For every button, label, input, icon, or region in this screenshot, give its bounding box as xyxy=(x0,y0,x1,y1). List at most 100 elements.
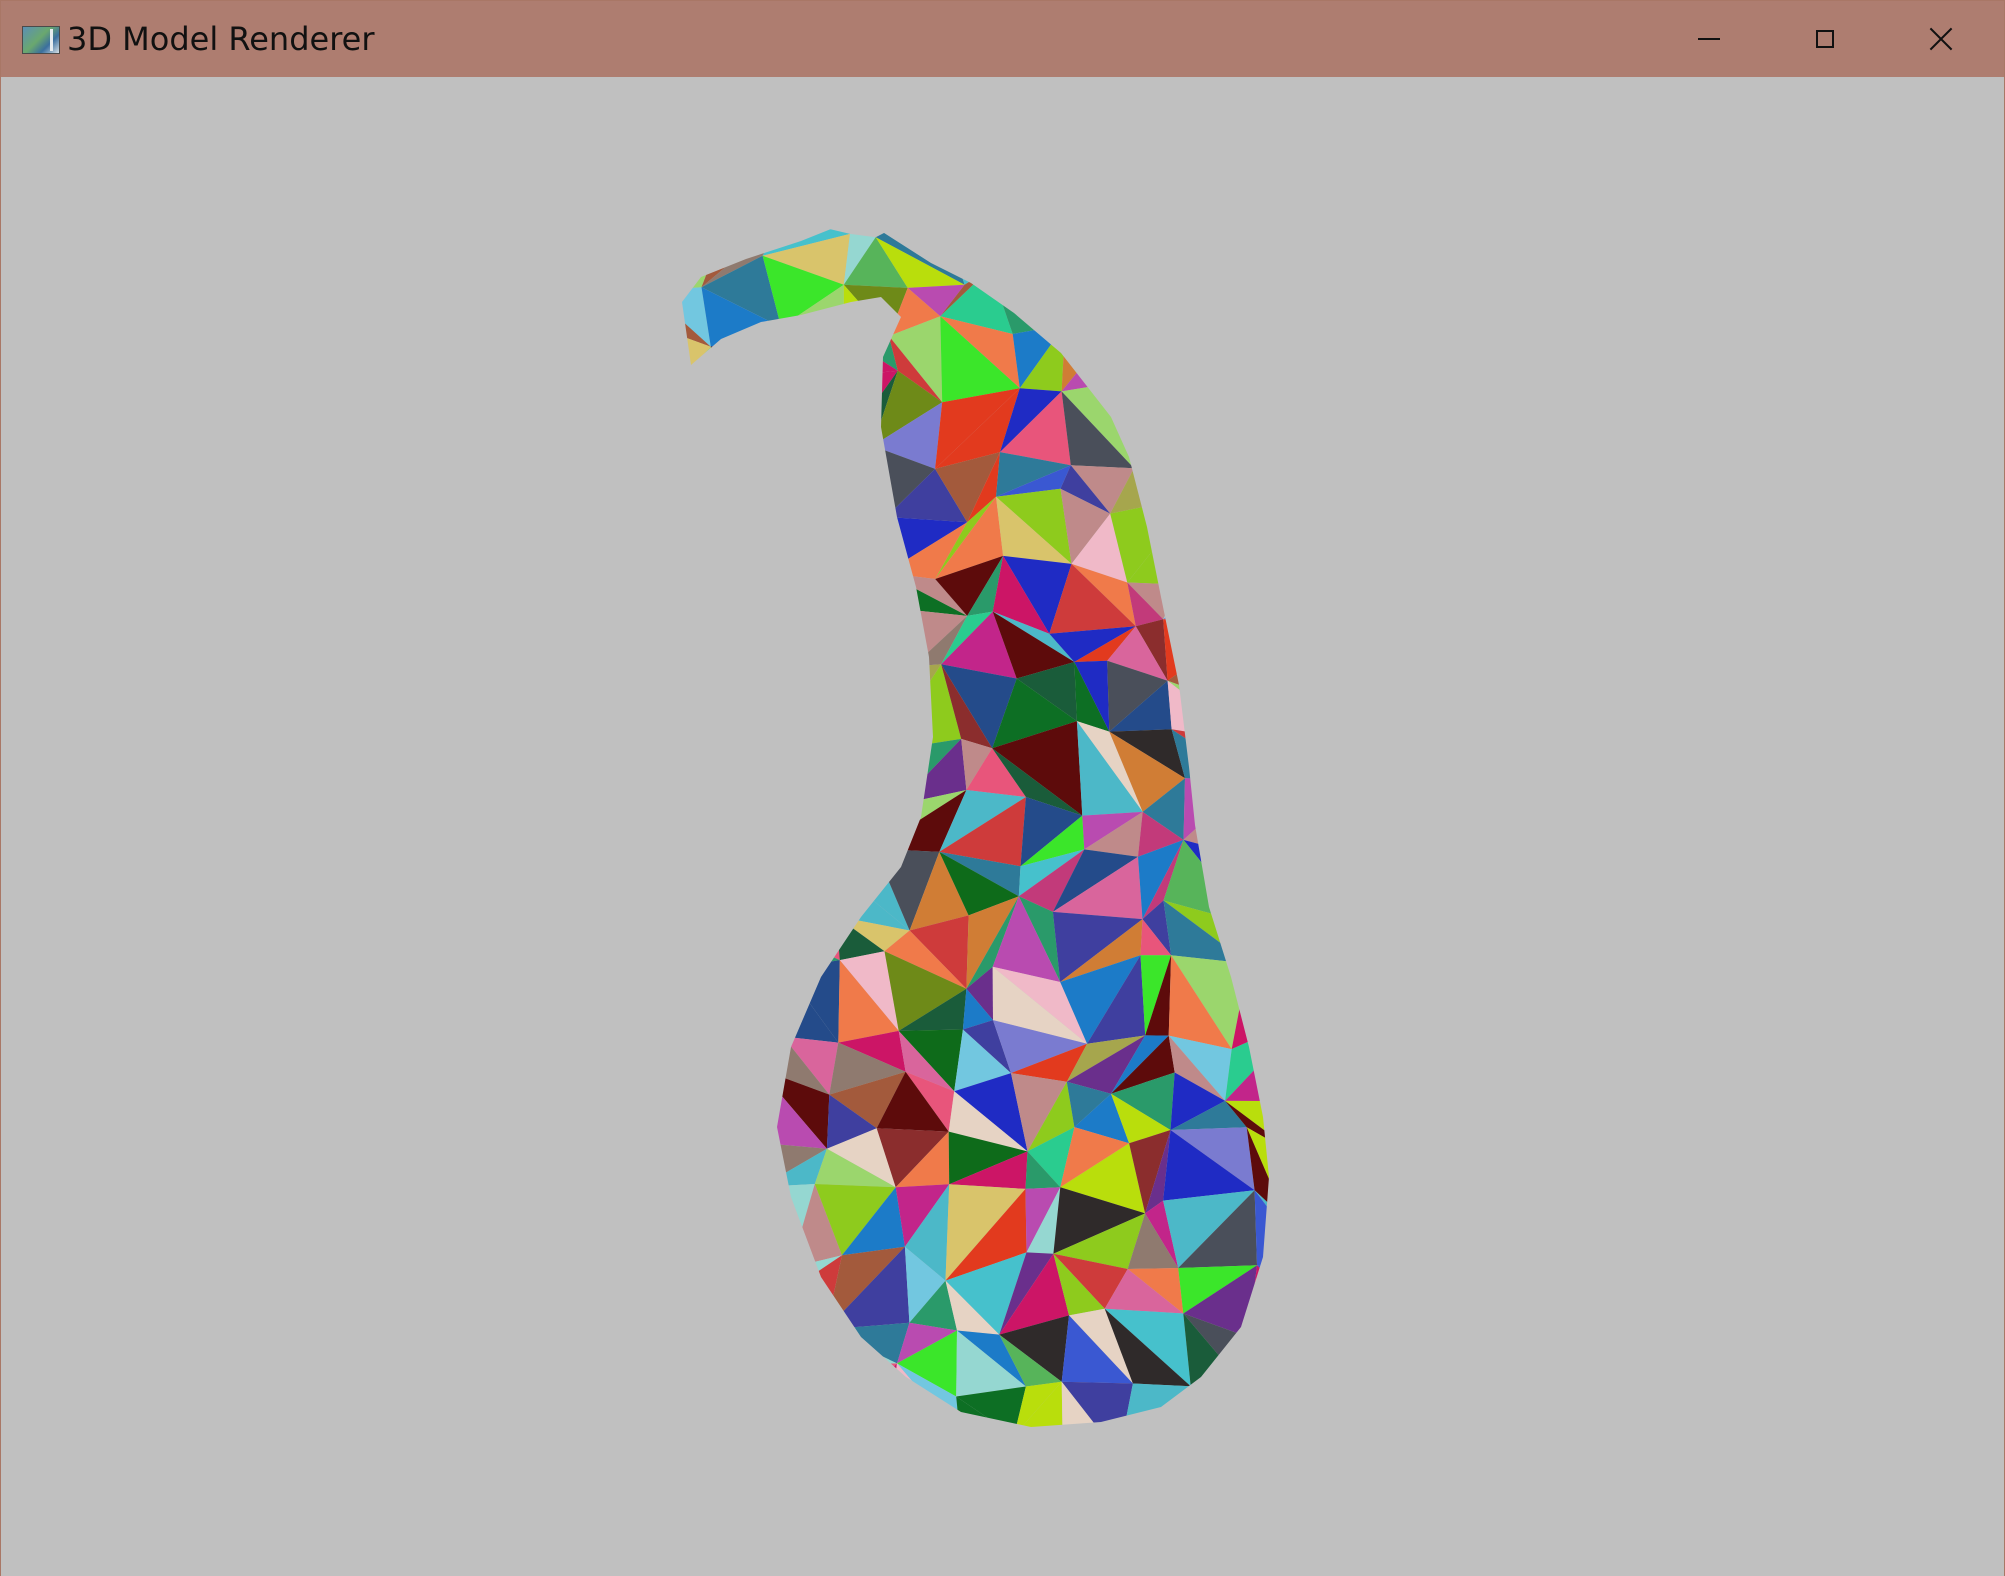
mesh-triangle xyxy=(1200,227,1257,278)
mesh-triangle xyxy=(1248,924,1269,991)
mesh-triangle xyxy=(682,435,733,524)
mesh-triangle xyxy=(765,443,851,506)
mesh-triangle xyxy=(784,505,851,559)
mesh-triangle xyxy=(1240,373,1269,445)
mesh-triangle xyxy=(769,1303,827,1364)
mesh-triangle xyxy=(821,1363,897,1423)
mesh-triangle xyxy=(1244,778,1269,857)
mesh-triangle xyxy=(722,665,797,748)
mesh-triangle xyxy=(960,1437,995,1485)
render-viewport[interactable] xyxy=(1,77,2004,1576)
mesh-triangle xyxy=(1248,924,1269,964)
mesh-triangle xyxy=(682,731,718,798)
mesh-triangles xyxy=(651,227,1269,1500)
mesh-triangle xyxy=(1194,277,1257,348)
mesh-triangle xyxy=(838,666,913,751)
mesh-triangle xyxy=(682,1265,736,1315)
mesh-triangle xyxy=(774,1422,842,1427)
title-bar[interactable]: 3D Model Renderer xyxy=(1,1,2004,77)
close-icon xyxy=(1929,27,1953,51)
mesh-triangle xyxy=(1120,266,1195,316)
mesh-triangle xyxy=(1181,498,1244,585)
mesh-triangle xyxy=(841,1363,897,1427)
mesh-triangle xyxy=(1221,1358,1269,1427)
maximize-button[interactable] xyxy=(1768,1,1882,77)
mesh-triangle xyxy=(705,1068,765,1144)
mesh-triangle xyxy=(772,505,851,550)
mesh-triangle xyxy=(682,673,723,732)
mesh-triangle xyxy=(960,1436,1014,1482)
mesh-triangle xyxy=(682,633,723,685)
mesh-triangle xyxy=(682,518,736,555)
mesh-triangle xyxy=(1225,273,1269,348)
mesh-triangle xyxy=(1194,267,1257,321)
mesh-triangle xyxy=(778,855,837,933)
mesh-triangle xyxy=(832,572,904,637)
mesh-triangle xyxy=(711,905,785,969)
mesh-triangle xyxy=(1250,227,1269,278)
mesh-triangle xyxy=(718,327,783,399)
mesh-triangle xyxy=(1164,1431,1222,1495)
mesh-triangle xyxy=(1134,437,1196,497)
mesh-triangle xyxy=(1244,778,1269,857)
mesh-triangle xyxy=(1163,568,1224,620)
mesh-triangle xyxy=(704,802,759,869)
mesh-triangle xyxy=(682,1260,730,1305)
mesh-triangle xyxy=(1223,498,1269,569)
mesh-triangle xyxy=(1223,511,1269,569)
mesh-triangle xyxy=(1240,444,1269,512)
mesh-triangle xyxy=(682,1036,706,1098)
mesh-triangle xyxy=(792,1363,842,1427)
mesh-triangle xyxy=(651,1452,710,1489)
minimize-button[interactable] xyxy=(1652,1,1766,77)
mesh-triangle xyxy=(682,1097,707,1164)
mesh-triangle xyxy=(1257,1265,1269,1300)
mesh-triangle xyxy=(1052,227,1121,282)
mesh-triangle xyxy=(722,604,784,674)
mesh-triangle xyxy=(762,1303,822,1387)
mesh-triangle xyxy=(834,1422,886,1427)
mesh-triangle xyxy=(1115,315,1197,383)
mesh-triangle xyxy=(1223,666,1269,742)
mesh-triangle xyxy=(778,916,840,961)
mesh-triangle xyxy=(682,797,734,869)
mesh-triangle xyxy=(838,725,885,817)
mesh-triangle xyxy=(843,336,898,371)
mesh-triangle xyxy=(832,558,886,637)
mesh-triangle xyxy=(729,1187,791,1268)
mesh-triangle xyxy=(1119,1431,1165,1500)
mesh-triangle xyxy=(682,952,739,1048)
mesh-triangle xyxy=(682,1191,730,1266)
mesh-triangle xyxy=(1173,437,1241,497)
app-window: 3D Model Renderer xyxy=(0,0,2005,1576)
mesh-triangle xyxy=(995,1426,1063,1427)
mesh-triangle xyxy=(990,227,1053,282)
mesh-triangle xyxy=(735,1267,791,1315)
mesh-triangle xyxy=(1065,266,1123,325)
close-button[interactable] xyxy=(1884,1,1998,77)
mesh-triangle xyxy=(711,852,779,933)
mesh-triangle xyxy=(783,622,833,666)
mesh-triangle xyxy=(682,1087,706,1163)
mesh-triangle xyxy=(1049,1426,1129,1427)
mesh-triangle xyxy=(850,445,887,517)
mesh-triangle xyxy=(704,798,778,853)
mesh-triangle xyxy=(682,1357,711,1427)
mesh-triangle xyxy=(710,1315,763,1387)
mesh-triangle xyxy=(1196,347,1245,383)
mesh-triangle xyxy=(1256,227,1269,278)
mesh-triangle xyxy=(1222,1415,1269,1427)
mesh-triangle xyxy=(735,1303,770,1387)
mesh-triangle xyxy=(705,1036,783,1098)
mesh-triangle xyxy=(682,899,712,953)
mesh-triangle xyxy=(758,852,819,933)
mesh-triangle xyxy=(995,1426,1063,1427)
mesh-triangle xyxy=(1052,227,1108,282)
mesh-triangle xyxy=(717,673,797,748)
mesh-triangle xyxy=(765,447,851,511)
mesh-triangle xyxy=(682,1163,707,1206)
mesh-triangle xyxy=(1181,496,1244,585)
mesh-triangle xyxy=(710,1359,793,1427)
mesh-triangle xyxy=(682,554,736,634)
mesh-triangle xyxy=(1244,337,1269,399)
